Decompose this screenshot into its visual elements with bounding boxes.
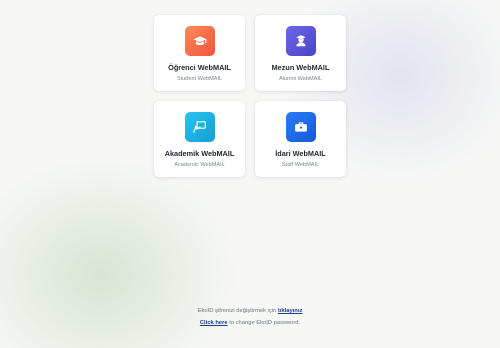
password-footer: EkoID şifrenizi değiştirmek için tıklayı… — [0, 306, 500, 329]
academic-icon-box — [184, 112, 215, 142]
change-password-link-tr[interactable]: tıklayınız — [278, 308, 302, 314]
change-password-link-en[interactable]: Click here — [200, 320, 228, 326]
footer-tr-text: EkoID şifrenizi değiştirmek için — [197, 308, 277, 314]
student-icon-box — [184, 26, 215, 56]
card-subtitle: Staff WebMAIL — [281, 162, 320, 168]
alumni-webmail-card[interactable]: Mezun WebMAIL Alumni WebMAIL — [255, 15, 346, 91]
card-title: İdari WebMAIL — [275, 149, 326, 158]
alumni-icon-box — [285, 26, 316, 56]
card-subtitle: Academic WebMAIL — [174, 162, 225, 168]
graduation-cap-icon — [193, 36, 206, 46]
staff-icon-box — [285, 112, 316, 142]
card-subtitle: Alumni WebMAIL — [278, 76, 323, 82]
footer-line-en: Click here to change EkoID password. — [0, 318, 500, 330]
staff-webmail-card[interactable]: İdari WebMAIL Staff WebMAIL — [255, 101, 346, 177]
webmail-card-grid: Öğrenci WebMAIL Student WebMAIL Mezun We… — [154, 15, 347, 177]
card-subtitle: Student WebMAIL — [176, 76, 223, 82]
card-title: Öğrenci WebMAIL — [168, 63, 231, 72]
footer-line-tr: EkoID şifrenizi değiştirmek için tıklayı… — [0, 306, 500, 318]
briefcase-icon — [294, 122, 307, 132]
card-title: Akademik WebMAIL — [164, 149, 235, 158]
footer-en-text: to change EkoID password. — [229, 319, 301, 326]
presentation-board-icon — [193, 121, 206, 133]
academic-webmail-card[interactable]: Akademik WebMAIL Academic WebMAIL — [154, 101, 245, 177]
graduate-user-icon — [295, 35, 306, 47]
student-webmail-card[interactable]: Öğrenci WebMAIL Student WebMAIL — [154, 15, 245, 91]
card-title: Mezun WebMAIL — [271, 63, 330, 72]
